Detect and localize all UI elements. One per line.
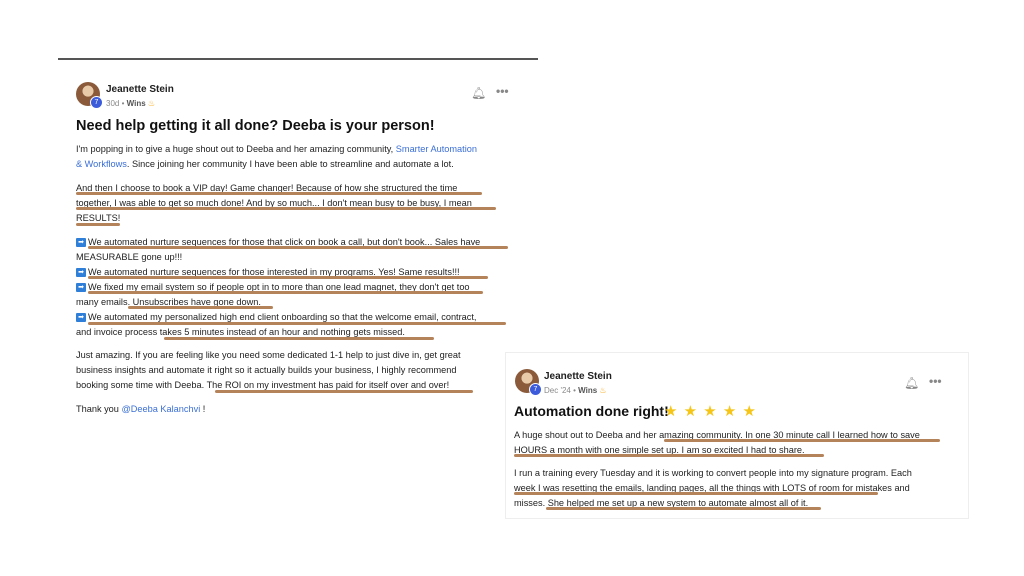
thanks-text: Thank you [76, 404, 122, 414]
post-category[interactable]: Wins [127, 99, 146, 108]
highlight-underline [514, 454, 824, 457]
highlight-underline [546, 507, 821, 510]
text-line: business insights and automate it right … [76, 365, 457, 375]
post-header: 7 Jeanette Stein 30d • Wins ♨ 🔔︎ ••• [58, 60, 538, 109]
bullet-text: MEASURABLE gone up!!! [76, 252, 183, 262]
intro-text: I'm popping in to give a huge shout out … [76, 144, 396, 154]
bullet-text: We automated my personalized high end cl… [88, 312, 477, 322]
highlight-underline [88, 322, 506, 325]
author-name[interactable]: Jeanette Stein [106, 84, 174, 95]
text-line: I run a training every Tuesday and it is… [514, 468, 912, 478]
post-thanks: Thank you @Deeba Kalanchvi ! [76, 402, 205, 417]
text-line: RESULTS! [76, 213, 121, 223]
post-card-1: 7 Jeanette Stein 30d • Wins ♨ 🔔︎ ••• Nee… [58, 58, 538, 440]
post-body-main: I run a training every Tuesday and it is… [514, 466, 912, 511]
post-category[interactable]: Wins [578, 386, 597, 395]
level-badge: 7 [90, 96, 103, 109]
arrow-right-icon: ➡ [76, 313, 86, 323]
flame-icon: ♨ [599, 386, 607, 395]
post-time: Dec '24 [544, 386, 571, 395]
arrow-right-icon: ➡ [76, 238, 86, 248]
highlight-underline [76, 207, 496, 210]
highlight-underline [164, 337, 434, 340]
community-link-cont[interactable]: & Workflows [76, 159, 127, 169]
post-body-intro: I'm popping in to give a huge shout out … [76, 142, 477, 172]
thanks-end: ! [200, 404, 206, 414]
mention-link[interactable]: @Deeba Kalanchvi [121, 404, 200, 414]
bell-icon[interactable]: 🔔︎ [471, 86, 486, 100]
post-title: Need help getting it all done? Deeba is … [76, 118, 435, 134]
highlight-underline [128, 306, 273, 309]
highlight-underline [88, 246, 508, 249]
bell-icon[interactable]: 🔔︎ [904, 376, 919, 390]
more-icon[interactable]: ••• [929, 374, 942, 388]
star-icon: ★ ★ ★ ★ ★ [664, 403, 757, 420]
post-time: 30d [106, 99, 120, 108]
more-icon[interactable]: ••• [496, 84, 509, 98]
post-body-closing: Just amazing. If you are feeling like yo… [76, 348, 461, 393]
text-line: Just amazing. If you are feeling like yo… [76, 350, 461, 360]
flame-icon: ♨ [147, 99, 156, 108]
post-card-2: 7 Jeanette Stein Dec '24 • Wins ♨ 🔔︎ •••… [505, 352, 969, 519]
intro-text-cont: . Since joining her community I have bee… [126, 159, 454, 169]
highlight-underline [664, 439, 940, 442]
highlight-underline [514, 492, 878, 495]
post-title: Automation done right! [514, 403, 669, 419]
highlight-underline [76, 223, 120, 226]
level-badge: 7 [529, 383, 542, 396]
highlight-underline [215, 390, 473, 393]
author-name[interactable]: Jeanette Stein [544, 371, 612, 382]
highlight-underline [88, 291, 483, 294]
highlight-underline [88, 276, 488, 279]
highlight-underline [76, 192, 482, 195]
post-body-vip: And then I choose to book a VIP day! Gam… [76, 181, 472, 226]
arrow-right-icon: ➡ [76, 268, 86, 278]
arrow-right-icon: ➡ [76, 283, 86, 293]
community-link[interactable]: Smarter Automation [396, 144, 477, 154]
post-meta: 30d • Wins ♨ [106, 99, 156, 108]
post-header: 7 Jeanette Stein Dec '24 • Wins ♨ 🔔︎ ••• [506, 353, 968, 396]
post-meta: Dec '24 • Wins ♨ [544, 386, 607, 395]
